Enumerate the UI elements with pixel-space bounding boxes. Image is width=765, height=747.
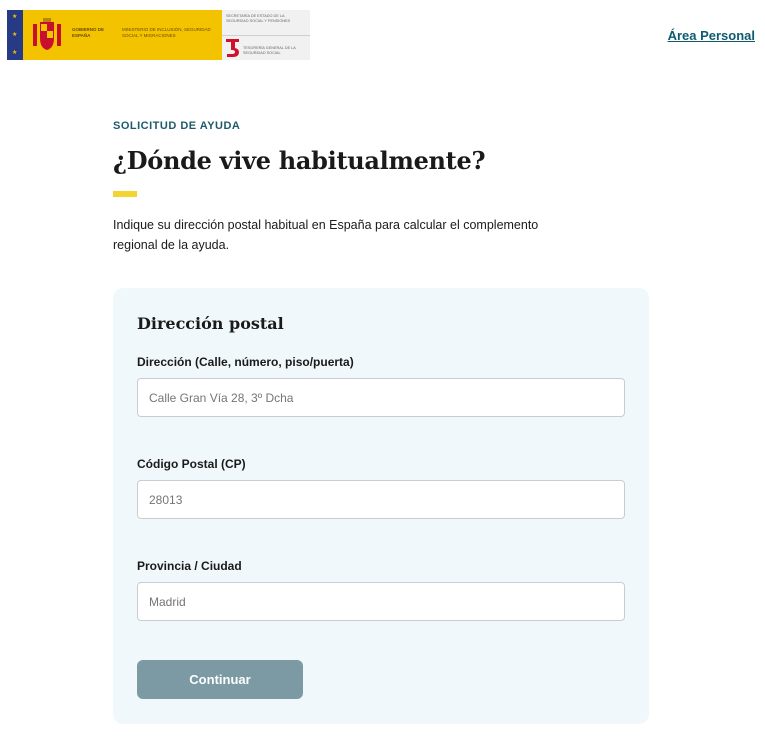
province-input[interactable] bbox=[137, 582, 625, 621]
site-header: ★ ★ ★ GOBIERNO DE ESPAÑA MINISTERIO DE I… bbox=[0, 0, 765, 70]
secretaria-text: SECRETARÍA DE ESTADO DE LA SEGURIDAD SOC… bbox=[226, 14, 291, 23]
page-intro: Indique su dirección postal habitual en … bbox=[113, 218, 539, 252]
ministerio-text: MINISTERIO DE INCLUSIÓN, SEGURIDAD SOCIA… bbox=[122, 27, 211, 38]
main-content: SOLICITUD DE AYUDA ¿Dónde vive habitualm… bbox=[113, 120, 653, 255]
form-title: Dirección postal bbox=[137, 314, 284, 333]
postal-code-input[interactable] bbox=[137, 480, 625, 519]
page-title: ¿Dónde vive habitualmente? bbox=[113, 146, 486, 175]
continue-button[interactable]: Continuar bbox=[137, 660, 303, 699]
page-eyebrow: SOLICITUD DE AYUDA bbox=[113, 120, 241, 132]
gobierno-de-espana-logo[interactable]: ★ ★ ★ GOBIERNO DE ESPAÑA MINISTERIO DE I… bbox=[7, 10, 222, 60]
coat-of-arms-icon bbox=[33, 18, 61, 50]
address-form-card: Dirección postal Dirección (Calle, númer… bbox=[113, 288, 649, 724]
tgss-logo-icon bbox=[226, 39, 239, 57]
address-input[interactable] bbox=[137, 378, 625, 417]
title-accent-bar bbox=[113, 191, 137, 197]
seguridad-social-logo[interactable]: SECRETARÍA DE ESTADO DE LA SEGURIDAD SOC… bbox=[222, 10, 310, 60]
eu-flag-icon: ★ ★ ★ bbox=[7, 10, 23, 60]
tgss-text: TESORERÍA GENERAL DE LA SEGURIDAD SOCIAL bbox=[243, 46, 296, 55]
logo-divider bbox=[222, 35, 310, 36]
gobierno-text: GOBIERNO DE ESPAÑA bbox=[72, 27, 105, 38]
area-personal-link[interactable]: Área Personal bbox=[668, 28, 755, 43]
province-label: Provincia / Ciudad bbox=[137, 559, 242, 573]
postal-code-label: Código Postal (CP) bbox=[137, 457, 246, 471]
address-label: Dirección (Calle, número, piso/puerta) bbox=[137, 355, 354, 369]
